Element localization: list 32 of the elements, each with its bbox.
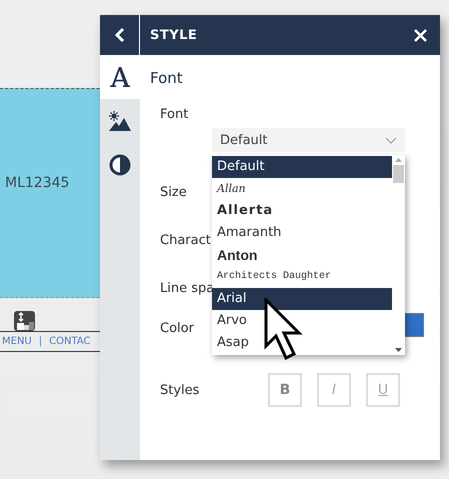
bold-button[interactable]: B xyxy=(268,373,302,407)
field-label: Styles xyxy=(160,382,200,398)
font-option[interactable]: Arvo xyxy=(212,310,392,332)
mountain-sun-icon xyxy=(109,111,131,131)
font-option[interactable]: Asap xyxy=(212,332,392,354)
font-option[interactable]: Anton xyxy=(212,244,392,266)
side-tab[interactable] xyxy=(100,55,140,99)
font-option[interactable]: Allerta xyxy=(212,200,392,222)
page-text: ML12345 xyxy=(5,175,70,191)
nav-link[interactable]: MENU xyxy=(2,336,32,347)
font-option[interactable]: Architects Daughter xyxy=(212,266,392,288)
field-label: Size xyxy=(160,184,187,200)
nav-separator: | xyxy=(38,336,42,347)
scroll-thumb[interactable] xyxy=(393,165,404,183)
scrollbar[interactable] xyxy=(392,155,405,355)
close-icon xyxy=(414,28,426,42)
font-option[interactable]: Default xyxy=(212,156,392,178)
field-label: Color xyxy=(160,320,195,336)
resize-handle-icon[interactable] xyxy=(14,311,35,331)
nav-link[interactable]: CONTAC xyxy=(49,336,90,347)
section-heading: Font xyxy=(149,68,184,88)
font-option[interactable]: Amaranth xyxy=(212,222,392,244)
field-label: Charact xyxy=(160,232,211,248)
chevron-down-icon xyxy=(385,136,397,144)
contrast-icon xyxy=(109,154,131,176)
field-label: Font xyxy=(160,106,188,122)
chevron-left-icon xyxy=(114,28,124,42)
font-select[interactable]: Default xyxy=(212,128,405,152)
panel-title: STYLE xyxy=(150,28,198,42)
font-option[interactable]: Allan xyxy=(212,178,392,200)
font-option[interactable]: Arial xyxy=(212,288,392,310)
letter-a-icon xyxy=(109,66,131,88)
